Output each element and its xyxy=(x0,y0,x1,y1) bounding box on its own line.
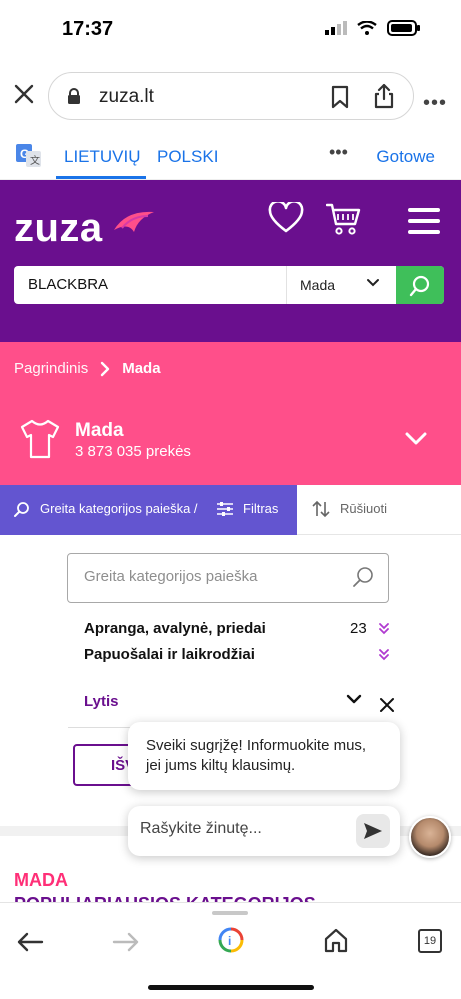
chevron-down-icon[interactable] xyxy=(405,432,427,446)
chat-input-box xyxy=(128,806,400,856)
breadcrumb: Pagrindinis Mada xyxy=(14,360,161,377)
site-header: zuza BLACKBRA Mada xyxy=(0,180,461,342)
translate-more-icon[interactable]: ••• xyxy=(329,142,348,163)
forward-arrow-icon[interactable] xyxy=(112,931,140,953)
cart-icon[interactable] xyxy=(326,202,362,236)
more-options-icon[interactable]: ••• xyxy=(423,92,447,115)
tab-count-button[interactable]: 19 xyxy=(418,929,442,953)
signal-icon xyxy=(325,21,347,35)
browser-bottom-nav: i 19 xyxy=(0,902,461,999)
gender-filter-label[interactable]: Lytis xyxy=(84,693,118,710)
translate-bar: G 文 LIETUVIŲ POLSKI ••• Gotowe xyxy=(0,132,461,180)
sort-button[interactable]: Rūšiuoti xyxy=(340,501,387,516)
filter-bar: Greita kategorijos paieška / Filtras Rūš… xyxy=(0,485,461,535)
status-icons xyxy=(325,20,421,36)
battery-icon xyxy=(387,20,420,36)
search-submit-button[interactable] xyxy=(396,266,444,304)
filter-sliders-icon xyxy=(217,502,233,516)
lock-icon xyxy=(68,88,80,104)
chat-close-icon[interactable] xyxy=(378,696,396,714)
search-icon xyxy=(409,275,430,297)
chat-message-bubble: Sveiki sugrįžę! Informuokite mus, jei ju… xyxy=(128,722,400,790)
active-tab-indicator xyxy=(56,176,146,179)
logo-wing-icon xyxy=(114,211,154,232)
category-banner: Pagrindinis Mada Mada 3 873 035 prekės xyxy=(0,342,461,485)
tab-polski[interactable]: POLSKI xyxy=(157,147,218,167)
chevron-down-icon[interactable] xyxy=(366,278,380,288)
back-arrow-icon[interactable] xyxy=(16,931,44,953)
browser-toolbar: zuza.lt ••• xyxy=(0,60,461,132)
svg-text:文: 文 xyxy=(30,154,40,167)
chevron-right-icon xyxy=(101,361,110,376)
category-title: Mada xyxy=(75,420,124,441)
google-lens-icon[interactable]: i xyxy=(218,927,244,953)
double-chevron-down-icon[interactable] xyxy=(378,648,390,662)
chat-input[interactable] xyxy=(140,820,350,838)
category-search-input[interactable] xyxy=(84,568,344,585)
chevron-down-icon[interactable] xyxy=(346,694,362,704)
home-icon[interactable] xyxy=(323,927,349,953)
svg-text:i: i xyxy=(228,934,231,948)
tab-lietuviu[interactable]: LIETUVIŲ xyxy=(64,147,141,167)
search-icon[interactable] xyxy=(352,566,374,588)
tshirt-icon xyxy=(20,419,60,459)
double-chevron-down-icon[interactable] xyxy=(378,622,390,636)
chat-agent-avatar[interactable] xyxy=(409,816,451,858)
chat-send-button[interactable] xyxy=(356,814,390,848)
quick-search-label: Greita kategorijos paieška / xyxy=(40,501,198,516)
quick-filter-button[interactable]: Greita kategorijos paieška / Filtras xyxy=(0,485,297,535)
logo-text: zuza xyxy=(14,206,103,250)
category-item-papuosalai[interactable]: Papuošalai ir laikrodžiai xyxy=(84,646,255,663)
sort-icon[interactable] xyxy=(312,500,330,518)
url-text[interactable]: zuza.lt xyxy=(99,86,154,108)
status-bar: 17:37 xyxy=(0,0,461,60)
search-input[interactable]: BLACKBRA xyxy=(28,276,108,293)
home-indicator xyxy=(148,985,314,990)
wifi-icon xyxy=(357,21,377,35)
breadcrumb-current: Mada xyxy=(122,360,161,377)
category-item-count: 23 xyxy=(350,620,367,637)
search-icon xyxy=(14,502,29,517)
search-divider xyxy=(286,266,287,304)
send-icon xyxy=(364,823,382,839)
breadcrumb-home[interactable]: Pagrindinis xyxy=(14,360,88,377)
search-category-select[interactable]: Mada xyxy=(300,277,335,293)
close-icon[interactable] xyxy=(12,82,36,106)
sheet-handle[interactable] xyxy=(212,911,248,915)
bookmark-icon[interactable] xyxy=(331,85,349,109)
status-time: 17:37 xyxy=(62,18,114,40)
translate-done-button[interactable]: Gotowe xyxy=(376,147,435,167)
category-search-box xyxy=(67,553,389,603)
address-bar[interactable]: zuza.lt xyxy=(48,72,414,120)
share-icon[interactable] xyxy=(373,83,395,109)
google-translate-icon: G 文 xyxy=(16,144,41,167)
category-item-apranga[interactable]: Apranga, avalynė, priedai xyxy=(84,620,266,637)
category-count: 3 873 035 prekės xyxy=(75,443,191,460)
site-search-bar: BLACKBRA Mada xyxy=(14,266,444,304)
section-title: MADA xyxy=(14,870,68,890)
filter-label: Filtras xyxy=(243,501,279,516)
zuza-logo[interactable]: zuza xyxy=(14,206,154,251)
menu-icon[interactable] xyxy=(408,208,440,234)
wishlist-heart-icon[interactable] xyxy=(268,202,304,234)
